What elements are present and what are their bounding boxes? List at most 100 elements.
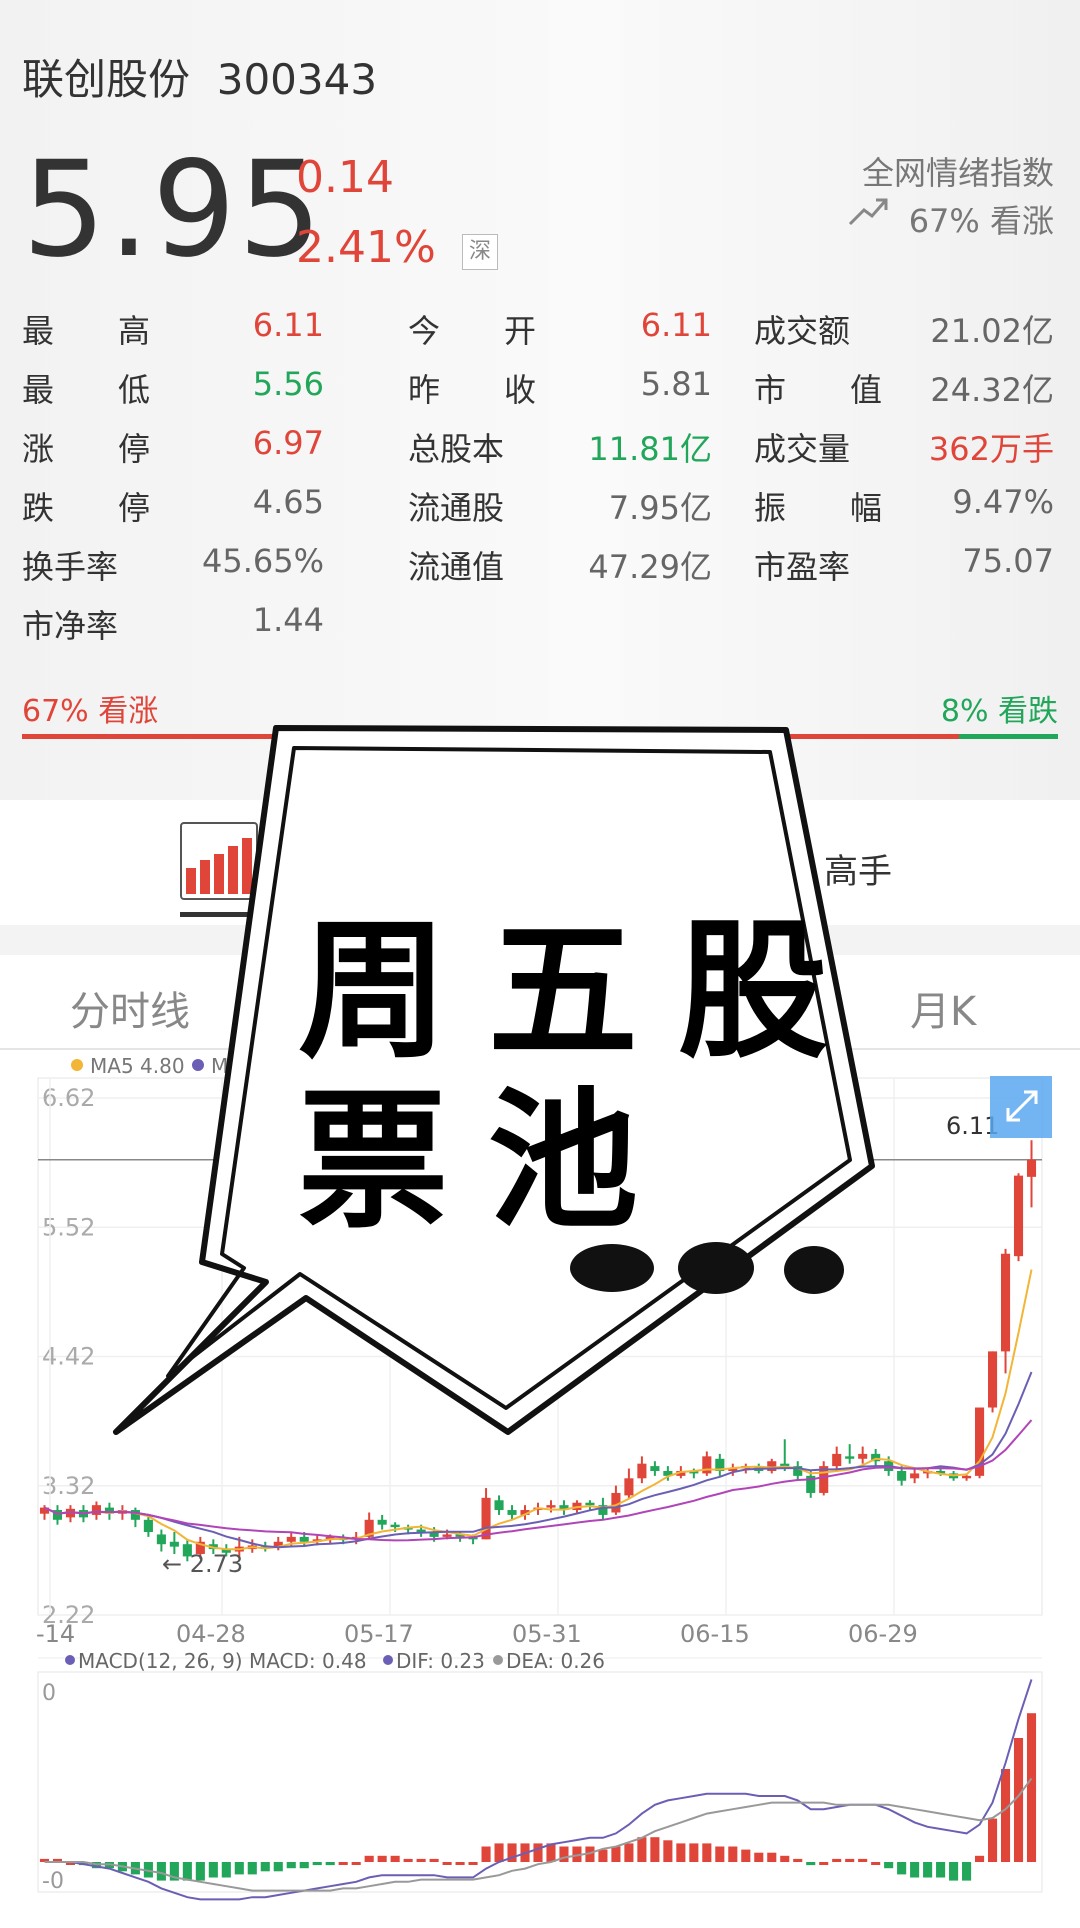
x-tick-label: -14 <box>36 1620 75 1648</box>
macd-bar <box>273 1862 283 1872</box>
x-tick-label: 04-28 <box>176 1620 246 1648</box>
x-tick-label: 06-29 <box>848 1620 918 1648</box>
stat-label: 跌 停 <box>22 489 151 527</box>
stat-value: 21.02亿 <box>930 312 1054 350</box>
candle <box>845 1456 855 1459</box>
stat-label: 振 幅 <box>754 489 883 527</box>
macd-bar <box>1000 1769 1011 1862</box>
bull-percent: 67% 看涨 <box>22 694 159 729</box>
macd-legend-dot <box>65 1655 75 1665</box>
macd-bar <box>533 1843 543 1862</box>
low-price-label: ← 2.73 <box>162 1550 243 1578</box>
stat-label: 成交量 <box>754 430 851 468</box>
macd-bar <box>468 1862 478 1865</box>
macd-bar <box>728 1846 738 1862</box>
macd-bar <box>741 1849 751 1862</box>
sentiment-value: 67% 看涨 <box>908 202 1054 240</box>
sentiment-bar-bear-fill <box>958 734 1058 739</box>
candle <box>650 1466 660 1471</box>
tab-intraday[interactable]: 分时线 <box>70 979 190 1037</box>
sentiment-title[interactable]: 全网情绪指数 <box>862 148 1054 194</box>
macd-bar <box>845 1858 855 1862</box>
macd-bar <box>377 1855 387 1862</box>
stat-value: 4.65 <box>252 483 324 521</box>
macd-bar <box>403 1858 413 1862</box>
macd-bar <box>221 1862 231 1878</box>
stat-value: 1.44 <box>252 601 324 639</box>
macd-bar <box>715 1846 725 1862</box>
macd-bar <box>819 1862 829 1865</box>
overlay-text-line2: 票池 <box>298 1075 679 1249</box>
macd-bar <box>949 1862 959 1881</box>
macd-bar <box>975 1855 985 1862</box>
macd-bar <box>182 1862 192 1881</box>
active-indicator <box>180 912 258 917</box>
x-tick-label: 06-15 <box>680 1620 750 1648</box>
macd-bar <box>429 1858 439 1862</box>
macd-bar <box>1026 1713 1037 1862</box>
macd-bar <box>832 1858 842 1862</box>
trend-up-icon <box>848 198 888 226</box>
macd-bar <box>936 1862 946 1878</box>
price-change-pct: 2.41% <box>296 222 436 273</box>
candle <box>91 1505 101 1515</box>
stat-value: 6.97 <box>252 424 324 462</box>
stat-label: 昨 收 <box>408 371 537 409</box>
macd-bar <box>793 1858 803 1862</box>
candle <box>390 1524 400 1528</box>
bar-chart-icon[interactable] <box>180 822 258 900</box>
quote-header: 联创股份 300343 5.95 0.14 2.41% 深 全网情绪指数 67%… <box>0 0 1080 800</box>
candle <box>156 1534 166 1545</box>
stat-label: 流通股 <box>408 489 505 527</box>
stat-label: 换手率 <box>22 548 119 586</box>
macd-bar <box>702 1843 712 1862</box>
legend-dot-ma10 <box>192 1059 204 1071</box>
candle <box>481 1497 491 1540</box>
stat-value: 47.29亿 <box>588 548 712 586</box>
tab-monthly-k[interactable]: 月K <box>910 979 976 1037</box>
dea-legend-dot <box>493 1655 503 1665</box>
macd-bar <box>494 1843 504 1862</box>
candle <box>494 1500 504 1511</box>
current-price: 5.95 <box>22 133 324 287</box>
macd-bar <box>858 1858 868 1862</box>
macd-bar <box>247 1862 257 1875</box>
macd-bar <box>312 1862 322 1866</box>
stock-name: 联创股份 <box>22 55 191 104</box>
macd-bar <box>390 1855 400 1862</box>
macd-bar <box>780 1855 790 1862</box>
stat-label: 最 低 <box>22 371 151 409</box>
macd-bar <box>195 1862 205 1881</box>
candle <box>624 1478 634 1496</box>
macd-bar <box>650 1837 660 1862</box>
macd-bar <box>871 1862 881 1865</box>
stat-value: 5.56 <box>252 365 324 403</box>
stat-label: 最 高 <box>22 312 151 350</box>
candle <box>442 1534 452 1537</box>
stat-value: 6.11 <box>252 306 324 344</box>
stat-value: 7.95亿 <box>608 489 712 527</box>
macd-bar <box>624 1843 634 1862</box>
candle <box>377 1519 387 1525</box>
legend-ma10: M <box>211 1054 228 1078</box>
macd-bar <box>884 1862 894 1869</box>
candle <box>637 1463 647 1479</box>
macd-legend-title: MACD(12, 26, 9) MACD: 0.48 <box>78 1649 367 1673</box>
exchange-badge: 深 <box>462 234 498 270</box>
stat-label: 涨 停 <box>22 430 151 468</box>
stat-label: 市盈率 <box>754 548 851 586</box>
macd-bar <box>234 1862 244 1875</box>
macd-bar <box>988 1818 998 1862</box>
dea-legend: DEA: 0.26 <box>506 1649 605 1673</box>
macd-bar <box>923 1862 933 1878</box>
candle <box>299 1536 309 1542</box>
macd-bar <box>598 1849 608 1862</box>
macd-bar <box>364 1855 374 1862</box>
macd-bar <box>962 1862 972 1881</box>
macd-bar <box>286 1862 296 1869</box>
dif-legend: DIF: 0.23 <box>396 1649 485 1673</box>
macd-bar <box>689 1843 699 1862</box>
stat-value: 6.11 <box>640 306 712 344</box>
stat-value: 75.07 <box>962 542 1054 580</box>
macd-top-label: 0 <box>42 1681 56 1706</box>
